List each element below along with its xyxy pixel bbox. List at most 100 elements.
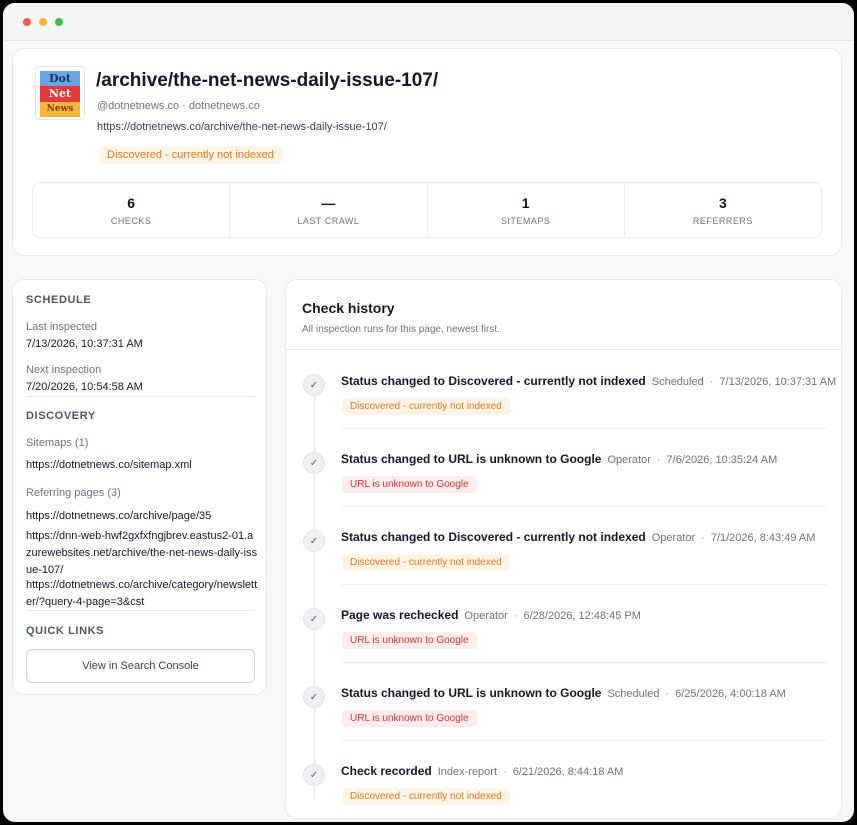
- stat-label: REFERRERS: [692, 215, 753, 226]
- referring-page-link[interactable]: https://dnn-web-hwf2gxfxfngjbrev.eastus2…: [26, 528, 258, 579]
- stats-bar: 6 CHECKS — LAST CRAWL 1 SITEMAPS 3 REFER…: [32, 182, 822, 238]
- stat-value: 6: [127, 194, 136, 211]
- entry-title: Status changed to Discovered - currently…: [341, 374, 646, 388]
- referring-page-link[interactable]: https://dotnetnews.co/archive/category/n…: [26, 577, 258, 611]
- check-icon: ✓: [303, 608, 325, 630]
- logo-text-dot: Dot: [40, 71, 80, 87]
- entry-actor: Operator: [607, 454, 651, 466]
- window-titlebar: [3, 3, 854, 41]
- stat-last-crawl: — LAST CRAWL: [230, 183, 428, 237]
- entry-header: Status changed to URL is unknown to Goog…: [341, 686, 786, 700]
- stat-value: 1: [521, 194, 530, 211]
- check-history-subtitle: All inspection runs for this page, newes…: [302, 324, 500, 335]
- entry-timestamp: 7/13/2026, 10:37:31 AM: [719, 376, 837, 388]
- stat-referrers: 3 REFERRERS: [625, 183, 821, 237]
- check-icon: ✓: [303, 764, 325, 786]
- entry-header: Status changed to Discovered - currently…: [341, 374, 836, 388]
- check-icon: ✓: [303, 374, 325, 396]
- view-in-search-console-button[interactable]: View in Search Console: [26, 649, 255, 683]
- separator-dot: ·: [665, 688, 670, 700]
- status-badge: URL is unknown to Google: [342, 476, 477, 493]
- history-entry[interactable]: ✓ Status changed to Discovered - currentl…: [286, 358, 841, 436]
- history-entry[interactable]: ✓ Page was rechecked Operator · 6/28/2026, 1…: [286, 592, 841, 670]
- logo-text-news: News: [40, 101, 80, 117]
- stat-label: CHECKS: [110, 215, 152, 226]
- history-entry[interactable]: ✓ Status changed to URL is unknown to Goo…: [286, 670, 841, 748]
- history-entry[interactable]: ✓ Status changed to URL is unknown to Goo…: [286, 436, 841, 514]
- entry-title: Status changed to URL is unknown to Goog…: [341, 452, 602, 466]
- entry-timestamp: 6/28/2026, 12:48:45 PM: [523, 610, 641, 622]
- entry-header: Status changed to URL is unknown to Goog…: [341, 452, 777, 466]
- divider: [26, 396, 255, 397]
- entry-header: Status changed to Discovered - currently…: [341, 530, 815, 544]
- check-history-card: Check history All inspection runs for th…: [285, 279, 842, 819]
- stat-checks: 6 CHECKS: [33, 183, 231, 237]
- next-inspection-label: Next inspection: [26, 364, 102, 376]
- entry-header: Page was rechecked Operator · 6/28/2026, 12…: [341, 608, 641, 622]
- page-title: /archive/the-net-news-daily-issue-107/: [96, 70, 439, 91]
- divider: [342, 506, 827, 507]
- status-badge: Discovered - currently not indexed: [342, 788, 510, 805]
- entry-actor: Operator: [651, 532, 696, 544]
- divider: [286, 349, 841, 350]
- close-window-button[interactable]: [23, 17, 31, 26]
- divider: [26, 610, 255, 611]
- stat-sitemaps: 1 SITEMAPS: [428, 183, 625, 237]
- entry-timestamp: 6/25/2026, 4:00:18 AM: [675, 688, 786, 700]
- sitemaps-label: Sitemaps (1): [26, 437, 89, 449]
- sitemap-link[interactable]: https://dotnetnews.co/sitemap.xml: [26, 459, 192, 471]
- entry-timestamp: 6/21/2026, 8:44:18 AM: [512, 766, 624, 778]
- logo-text-net: Net: [40, 86, 80, 102]
- history-entry[interactable]: ✓ Check recorded Index-report · 6/21/2026, 8…: [286, 748, 841, 818]
- entry-title: Status changed to Discovered - currently…: [341, 530, 646, 544]
- check-icon: ✓: [303, 452, 325, 474]
- check-icon: ✓: [303, 530, 325, 552]
- separator-dot: ·: [701, 532, 705, 544]
- status-badge: URL is unknown to Google: [342, 632, 477, 649]
- page-header-card: Dot Net News /archive/the-net-news-daily…: [12, 48, 842, 256]
- app-window: Dot Net News /archive/the-net-news-daily…: [3, 3, 854, 822]
- separator-dot: ·: [503, 766, 507, 778]
- entry-timestamp: 7/6/2026, 10:35:24 AM: [666, 454, 778, 466]
- status-badge: Discovered - currently not indexed: [342, 398, 510, 415]
- referring-pages-label: Referring pages (3): [26, 487, 121, 499]
- entry-actor: Index-report: [437, 766, 498, 778]
- entry-title: Page was rechecked: [341, 608, 459, 622]
- entry-title: Check recorded: [341, 764, 432, 778]
- last-inspected-label: Last inspected: [26, 321, 97, 333]
- separator-dot: ·: [709, 376, 714, 388]
- divider: [342, 428, 827, 429]
- last-inspected-value: 7/13/2026, 10:37:31 AM: [26, 338, 143, 350]
- entry-title: Status changed to URL is unknown to Goog…: [341, 686, 602, 700]
- site-handle: @dotnetnews.co · dotnetnews.co: [97, 100, 260, 112]
- schedule-section-title: SCHEDULE: [26, 294, 92, 306]
- divider: [342, 662, 827, 663]
- stat-label: SITEMAPS: [500, 215, 551, 226]
- check-icon: ✓: [303, 686, 325, 708]
- separator-dot: ·: [656, 454, 661, 466]
- entry-timestamp: 7/1/2026, 8:43:49 AM: [710, 532, 816, 544]
- referring-page-link[interactable]: https://dotnetnews.co/archive/page/35: [26, 508, 258, 525]
- entry-header: Check recorded Index-report · 6/21/2026, 8:…: [341, 764, 623, 778]
- divider: [342, 584, 827, 585]
- stat-value: 3: [718, 194, 727, 211]
- stat-label: LAST CRAWL: [297, 215, 360, 226]
- discovery-section-title: DISCOVERY: [26, 410, 96, 422]
- status-badge: Discovered - currently not indexed: [99, 146, 282, 164]
- entry-actor: Scheduled: [607, 688, 660, 700]
- maximize-window-button[interactable]: [55, 17, 63, 26]
- history-entry[interactable]: ✓ Status changed to Discovered - currentl…: [286, 514, 841, 592]
- divider: [342, 740, 827, 741]
- minimize-window-button[interactable]: [39, 17, 47, 26]
- status-badge: URL is unknown to Google: [342, 710, 477, 727]
- status-badge: Discovered - currently not indexed: [342, 554, 510, 571]
- site-logo: Dot Net News: [35, 66, 85, 120]
- check-history-title: Check history: [302, 300, 395, 316]
- details-sidebar: SCHEDULE Last inspected 7/13/2026, 10:37…: [12, 279, 267, 695]
- page-url[interactable]: https://dotnetnews.co/archive/the-net-ne…: [97, 121, 387, 133]
- stat-value: —: [321, 194, 336, 211]
- quick-links-section-title: QUICK LINKS: [26, 625, 105, 637]
- separator-dot: ·: [513, 610, 518, 622]
- next-inspection-value: 7/20/2026, 10:54:58 AM: [26, 381, 143, 393]
- entry-actor: Scheduled: [651, 376, 704, 388]
